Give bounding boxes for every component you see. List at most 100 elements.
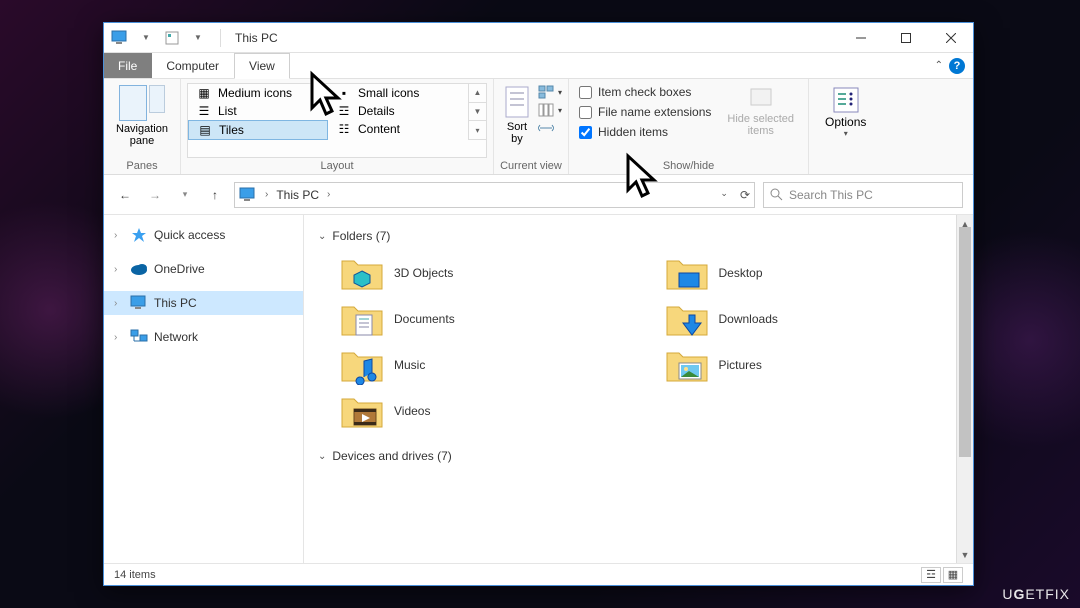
quick-access-toolbar: ▼ ▼ <box>104 29 214 47</box>
sort-by-label: Sort by <box>507 121 527 145</box>
layout-tiles[interactable]: ▤Tiles <box>188 120 328 140</box>
tab-file[interactable]: File <box>104 53 152 78</box>
scroll-down-icon[interactable]: ▼ <box>957 546 973 563</box>
folder-documents[interactable]: Documents <box>340 299 635 339</box>
chevron-down-icon[interactable]: ▼ <box>188 29 208 47</box>
collapse-ribbon-icon[interactable]: ⌃ <box>935 60 943 71</box>
folder-pictures[interactable]: Pictures <box>665 345 960 385</box>
refresh-icon[interactable]: ⟳ <box>740 188 750 202</box>
search-input[interactable]: Search This PC <box>763 182 963 208</box>
tab-computer[interactable]: Computer <box>152 53 234 78</box>
scrollbar[interactable]: ▲ ▼ <box>956 215 973 563</box>
statusbar: 14 items ☲ ▦ <box>104 563 973 585</box>
columns-icon <box>538 103 554 117</box>
window-controls <box>838 23 973 53</box>
recent-locations-button[interactable]: ▾ <box>174 184 196 206</box>
address-bar[interactable]: › This PC › ⌄ ⟳ <box>234 182 755 208</box>
sidebar: › Quick access › OneDrive › This PC › Ne… <box>104 215 304 563</box>
star-icon <box>130 227 148 243</box>
help-icon[interactable]: ? <box>949 58 965 74</box>
size-columns-button[interactable] <box>538 121 562 135</box>
close-button[interactable] <box>928 23 973 53</box>
minimize-button[interactable] <box>838 23 883 53</box>
address-dropdown-icon[interactable]: ⌄ <box>720 188 728 202</box>
tab-view[interactable]: View <box>234 53 290 79</box>
layout-small-icons[interactable]: ▪Small icons <box>328 84 468 102</box>
chevron-right-icon[interactable]: › <box>114 298 124 309</box>
breadcrumb-this-pc[interactable]: This PC <box>276 188 319 202</box>
folder-3d-objects[interactable]: 3D Objects <box>340 253 635 293</box>
titlebar: ▼ ▼ This PC <box>104 23 973 53</box>
group-label-current-view: Current view <box>500 158 562 172</box>
window-title: This PC <box>235 31 278 45</box>
group-icon <box>538 85 554 99</box>
sort-icon <box>504 85 530 119</box>
navpane-icon <box>119 85 147 121</box>
file-name-extensions-checkbox[interactable]: File name extensions <box>575 103 715 121</box>
chevron-right-icon[interactable]: › <box>114 264 124 275</box>
folder-label: Desktop <box>719 266 763 280</box>
tiles-view-toggle[interactable]: ▦ <box>943 567 963 583</box>
navigation-pane-button[interactable]: Navigation pane <box>110 83 174 149</box>
content-icon: ☷ <box>336 122 352 136</box>
hide-selected-button: Hide selected items <box>719 83 802 139</box>
group-label-panes: Panes <box>110 158 174 172</box>
group-by-button[interactable]: ▾ <box>538 85 562 99</box>
monitor-icon <box>239 187 257 203</box>
folder-desktop[interactable]: Desktop <box>665 253 960 293</box>
folder-label: Documents <box>394 312 455 326</box>
chevron-right-icon[interactable]: › <box>327 189 330 200</box>
section-devices[interactable]: ⌄ Devices and drives (7) <box>318 449 959 463</box>
sidebar-item-label: OneDrive <box>154 262 205 276</box>
section-folders[interactable]: ⌄ Folders (7) <box>318 229 959 243</box>
chevron-down-icon: ⌄ <box>318 231 326 242</box>
folder-label: Music <box>394 358 425 372</box>
section-label: Folders (7) <box>332 229 390 243</box>
chevron-right-icon[interactable]: › <box>114 230 124 241</box>
layout-scroll[interactable]: ▲▼▾ <box>468 84 486 140</box>
layout-details[interactable]: ☲Details <box>328 102 468 120</box>
folder-grid: 3D Objects Desktop Documents Downloads <box>318 249 959 443</box>
add-columns-button[interactable]: ▾ <box>538 103 562 117</box>
maximize-button[interactable] <box>883 23 928 53</box>
small-icons-icon: ▪ <box>336 86 352 100</box>
group-label-options <box>815 170 876 172</box>
up-button[interactable]: ↑ <box>204 184 226 206</box>
options-label: Options <box>825 115 866 129</box>
sidebar-item-label: Quick access <box>154 228 225 242</box>
folder-icon <box>340 299 384 339</box>
ribbon-group-panes: Navigation pane Panes <box>104 79 181 174</box>
file-explorer-window: ▼ ▼ This PC File Computer View ⌃ ? <box>103 22 974 586</box>
folder-icon <box>665 299 709 339</box>
sort-by-button[interactable]: Sort by <box>500 83 534 147</box>
group-label-layout: Layout <box>187 158 487 172</box>
sidebar-item-network[interactable]: › Network <box>104 325 303 349</box>
sidebar-item-onedrive[interactable]: › OneDrive <box>104 257 303 281</box>
layout-medium-icons[interactable]: ▦Medium icons <box>188 84 328 102</box>
folder-label: 3D Objects <box>394 266 453 280</box>
folder-downloads[interactable]: Downloads <box>665 299 960 339</box>
hidden-items-checkbox[interactable]: Hidden items <box>575 123 715 141</box>
details-view-toggle[interactable]: ☲ <box>921 567 941 583</box>
layout-list[interactable]: ☰List <box>188 102 328 120</box>
folder-music[interactable]: Music <box>340 345 635 385</box>
options-button[interactable]: Options ▾ <box>815 83 876 140</box>
layout-content[interactable]: ☷Content <box>328 120 468 138</box>
list-icon: ☰ <box>196 104 212 118</box>
sidebar-item-label: Network <box>154 330 198 344</box>
search-placeholder: Search This PC <box>789 188 873 202</box>
options-icon <box>831 85 861 115</box>
chevron-down-icon[interactable]: ▼ <box>136 29 156 47</box>
folder-videos[interactable]: Videos <box>340 391 635 431</box>
section-label: Devices and drives (7) <box>332 449 451 463</box>
scroll-thumb[interactable] <box>959 227 971 457</box>
item-check-boxes-checkbox[interactable]: Item check boxes <box>575 83 715 101</box>
chevron-right-icon[interactable]: › <box>114 332 124 343</box>
sidebar-item-this-pc[interactable]: › This PC <box>104 291 303 315</box>
chevron-right-icon[interactable]: › <box>265 189 268 200</box>
ribbon-group-layout: ▦Medium icons ☰List ▤Tiles ▪Small icons … <box>181 79 494 174</box>
sidebar-item-quick-access[interactable]: › Quick access <box>104 223 303 247</box>
properties-icon[interactable] <box>162 29 182 47</box>
forward-button[interactable]: → <box>144 184 166 206</box>
back-button[interactable]: ← <box>114 184 136 206</box>
